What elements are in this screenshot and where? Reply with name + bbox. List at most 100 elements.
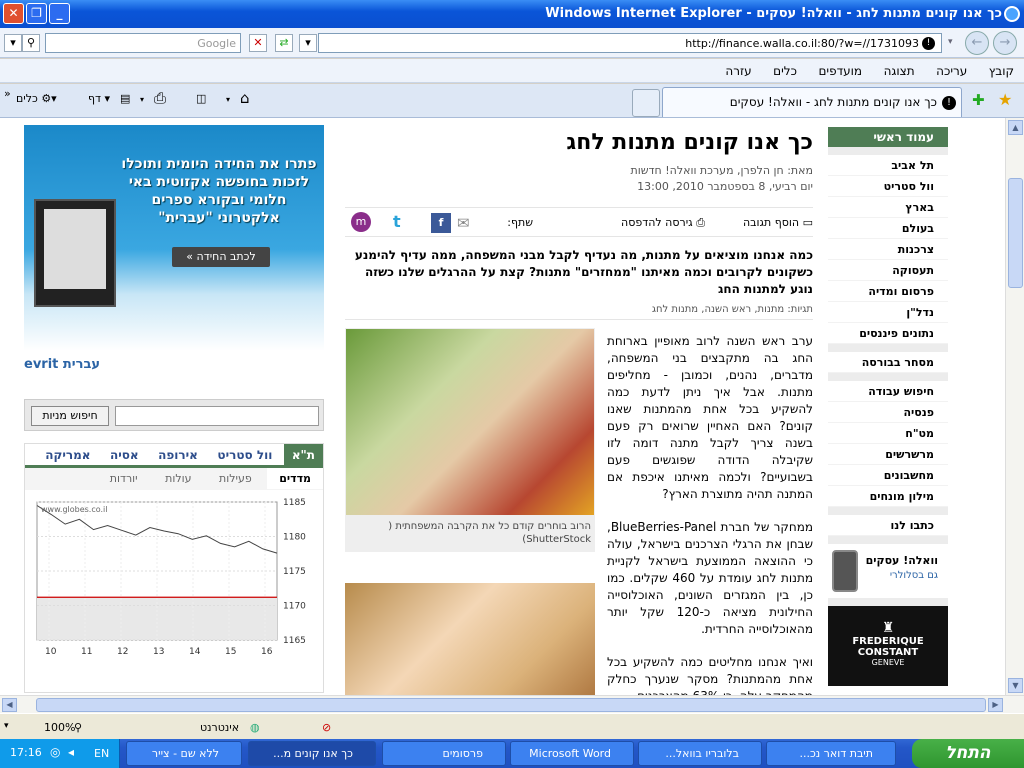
twitter-share-icon[interactable]: t [393,212,401,231]
scroll-right-icon[interactable]: ▶ [988,698,1003,712]
vertical-scroll-thumb[interactable] [1008,178,1023,288]
task-blueberries[interactable]: בלובריו בוואל... [638,741,762,766]
scroll-up-icon[interactable]: ▲ [1008,120,1023,135]
add-favorite-icon[interactable]: ✚ [972,91,985,109]
nav-item[interactable]: צרכנות [828,239,948,260]
forward-button[interactable]: → [993,31,1017,55]
nav-item[interactable]: נדל"ן [828,302,948,323]
address-bar[interactable]: http://finance.walla.co.il:80/?w=//17310… [318,33,942,53]
menu-help[interactable]: עזרה [725,64,751,78]
nav-item[interactable]: מרשרשים [828,444,948,465]
article-photo-makeup[interactable] [345,583,595,695]
menu-favorites[interactable]: מועדפים [818,64,862,78]
nav-item[interactable]: וול סטריט [828,176,948,197]
show-hidden-icons[interactable]: ◂ [68,745,74,759]
task-mail[interactable]: תיבת דואר נכ... [766,741,896,766]
feeds-icon[interactable]: ◫ [196,92,206,105]
scroll-left-icon[interactable]: ◀ [2,698,17,712]
mobile-promo[interactable]: וואלה! עסקים גם בסלולרי [828,544,948,598]
nav-item[interactable]: פנסיה [828,402,948,423]
market-tabs: ת"א וול סטריט אירופה אסיה אמריקה [25,444,323,468]
zoom-icon[interactable]: ⚲ [74,721,82,734]
facebook-share-icon[interactable]: f [431,213,451,233]
subtab-indices[interactable]: מדדים [267,468,323,489]
tab-tel-aviv[interactable]: ת"א [283,444,323,466]
stock-search-button[interactable]: חיפוש מניות [31,406,109,426]
new-tab-button[interactable] [632,89,660,117]
article-tags[interactable]: תגיות: מתנות, ראש השנה, מתנות לחג [345,304,813,320]
vertical-scrollbar[interactable]: ▲ ▼ [1005,118,1024,695]
minimize-button[interactable]: _ [49,3,70,24]
menu-view[interactable]: תצוגה [884,64,915,78]
task-folder[interactable]: פרסומים [382,741,506,766]
page-menu[interactable]: דף ▾ [88,92,110,105]
nav-header[interactable]: עמוד ראשי [828,127,948,147]
nav-item[interactable]: בארץ [828,197,948,218]
close-button[interactable]: ✕ [3,3,24,24]
menu-file[interactable]: קובץ [989,64,1014,78]
nav-item[interactable]: נתונים פיננסים [828,323,948,344]
evrit-logo[interactable]: evrit עברית [24,357,324,379]
scroll-down-icon[interactable]: ▼ [1008,678,1023,693]
task-ie[interactable]: כך אנו קונים מ... [248,741,376,766]
nav-item[interactable]: בעולם [828,218,948,239]
home-icon[interactable]: ⌂ [240,89,250,107]
email-share-icon[interactable]: ✉ [457,214,470,232]
task-word[interactable]: Microsoft Word [510,741,634,766]
zoom-level[interactable]: 100% [44,721,75,734]
favorites-star-icon[interactable]: ★ [998,90,1012,109]
nav-item[interactable]: מחשבונים [828,465,948,486]
address-dropdown-icon[interactable]: ▾ [299,34,317,52]
page-icon[interactable]: ▤ [120,92,130,105]
stock-search-input[interactable] [115,406,319,426]
search-icon[interactable]: ⚲ [22,34,40,52]
nav-item[interactable]: פרסום ומדיה [828,281,948,302]
security-icon[interactable]: ! [922,37,935,50]
subtab-losers[interactable]: יורדות [98,468,150,489]
nav-item-jobs[interactable]: חיפוש עבודה [828,381,948,402]
evrit-banner[interactable]: פתרו את החידה היומית ותוכלו לזכות בחופשה… [24,125,324,351]
add-comment-link[interactable]: ▭ הוסף תגובה [743,216,813,229]
horizontal-scrollbar[interactable]: ◀ ▶ [0,695,1024,713]
menu-tools[interactable]: כלים [773,64,797,78]
task-paint[interactable]: ללא שם - צייר [126,741,242,766]
banner-cta-button[interactable]: לכתב החידה » [172,247,270,267]
tray-icon[interactable]: ◎ [50,745,60,759]
tab-america[interactable]: אמריקה [37,444,98,466]
horizontal-scroll-thumb[interactable] [36,698,986,712]
nav-item[interactable]: תל אביב [828,155,948,176]
tab-europe[interactable]: אירופה [150,444,206,466]
article-photo-family[interactable]: הרוב בוחרים קודם כל את הקרבה המשפחתית ( … [345,328,595,552]
tab-wall-street[interactable]: וול סטריט [209,444,280,466]
nav-item[interactable]: מילון מונחים [828,486,948,507]
subtab-gainers[interactable]: עולות [153,468,203,489]
search-input[interactable]: Google [45,33,241,53]
watch-ad[interactable]: ♜ FREDERIQUE CONSTANT GENEVE [828,606,948,686]
popup-blocker-icon[interactable]: ⊘ [322,721,331,734]
nav-item[interactable]: מט"ח [828,423,948,444]
print-dropdown-icon[interactable]: ▾ [140,95,144,104]
language-indicator[interactable]: EN [94,747,109,760]
history-dropdown-icon[interactable]: ▾ [948,37,953,47]
start-button[interactable]: התחל [912,739,1024,768]
clock[interactable]: 17:16 [10,746,42,759]
print-link[interactable]: ⎙ גירסה להדפסה [621,216,705,230]
zoom-dropdown-icon[interactable]: ▾ [4,721,9,731]
home-dropdown-icon[interactable]: ▾ [226,95,230,104]
stop-icon[interactable]: ✕ [249,34,267,52]
more-tools-icon[interactable]: » [4,87,11,100]
nav-item-contact[interactable]: כתבו לנו [828,515,948,536]
messenger-share-icon[interactable]: m [351,212,371,232]
print-icon[interactable]: ⎙ [154,89,166,107]
tab-active[interactable]: ! כך אנו קונים מתנות לחג - וואלה! עסקים [662,87,962,117]
nav-item[interactable]: תעסוקה [828,260,948,281]
subtab-activity[interactable]: פעילות [207,468,264,489]
back-button[interactable]: ← [965,31,989,55]
menu-edit[interactable]: עריכה [936,64,967,78]
refresh-icon[interactable]: ⇄ [275,34,293,52]
nav-item[interactable]: מסחר בבורסה [828,352,948,373]
tools-menu[interactable]: כלים ⚙▾ [16,92,57,105]
restore-button[interactable]: ❐ [26,3,47,24]
tab-asia[interactable]: אסיה [102,444,147,466]
search-options-icon[interactable]: ▾ [4,34,22,52]
